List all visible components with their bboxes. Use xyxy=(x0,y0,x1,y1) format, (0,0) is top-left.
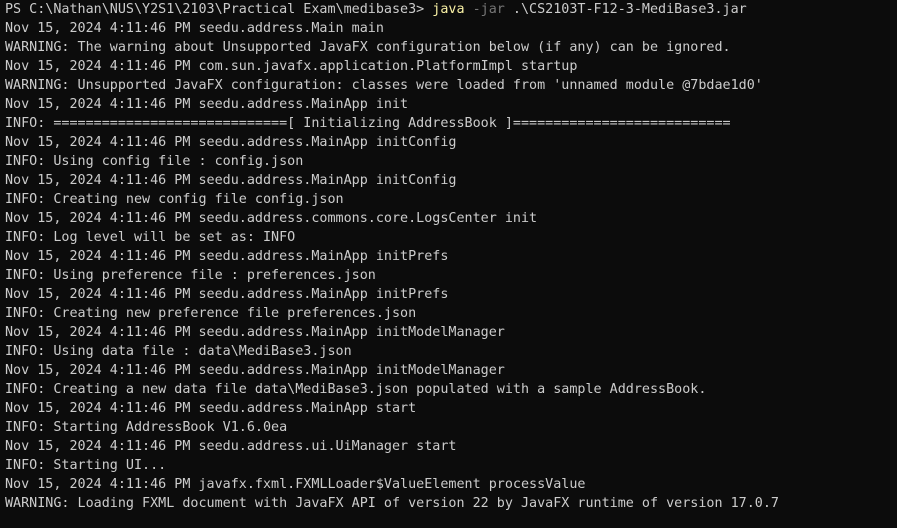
log-line: Nov 15, 2024 4:11:46 PM seedu.address.Ma… xyxy=(5,325,505,340)
log-line: Nov 15, 2024 4:11:46 PM seedu.address.Ma… xyxy=(5,21,384,36)
log-line: INFO: Using data file : data\MediBase3.j… xyxy=(5,344,352,359)
log-line: INFO: Creating new preference file prefe… xyxy=(5,306,417,321)
log-line: Nov 15, 2024 4:11:46 PM com.sun.javafx.a… xyxy=(5,59,578,74)
log-line: INFO: Starting UI... xyxy=(5,458,167,473)
prompt-path: PS C:\Nathan\NUS\Y2S1\2103\Practical Exa… xyxy=(5,2,433,17)
log-line: INFO: =============================[ Ini… xyxy=(5,116,731,131)
log-line: INFO: Creating a new data file data\Medi… xyxy=(5,382,707,397)
log-line: INFO: Log level will be set as: INFO xyxy=(5,230,296,245)
log-line: INFO: Starting AddressBook V1.6.0ea xyxy=(5,420,288,435)
log-line: Nov 15, 2024 4:11:46 PM seedu.address.Ma… xyxy=(5,249,449,264)
log-line: Nov 15, 2024 4:11:46 PM seedu.address.Ma… xyxy=(5,363,505,378)
terminal-output: PS C:\Nathan\NUS\Y2S1\2103\Practical Exa… xyxy=(5,0,779,513)
log-line: Nov 15, 2024 4:11:46 PM seedu.address.Ma… xyxy=(5,401,417,416)
log-line: WARNING: The warning about Unsupported J… xyxy=(5,40,731,55)
log-line: INFO: Using preference file : preference… xyxy=(5,268,376,283)
log-line: Nov 15, 2024 4:11:46 PM seedu.address.ui… xyxy=(5,439,457,454)
log-line: WARNING: Unsupported JavaFX configuratio… xyxy=(5,78,763,93)
log-line: INFO: Creating new config file config.js… xyxy=(5,192,344,207)
log-line: Nov 15, 2024 4:11:46 PM javafx.fxml.FXML… xyxy=(5,477,586,492)
log-line: Nov 15, 2024 4:11:46 PM seedu.address.Ma… xyxy=(5,135,457,150)
prompt-line: PS C:\Nathan\NUS\Y2S1\2103\Practical Exa… xyxy=(5,0,779,19)
command-name: java xyxy=(432,2,465,17)
command-parameter: -jar xyxy=(464,2,505,17)
log-line: INFO: Using config file : config.json xyxy=(5,154,304,169)
log-line: Nov 15, 2024 4:11:46 PM seedu.address.Ma… xyxy=(5,97,409,112)
terminal-window[interactable]: PS C:\Nathan\NUS\Y2S1\2103\Practical Exa… xyxy=(0,0,897,528)
log-line: Nov 15, 2024 4:11:46 PM seedu.address.Ma… xyxy=(5,287,449,302)
log-line: WARNING: Loading FXML document with Java… xyxy=(5,496,779,511)
command-argument: .\CS2103T-F12-3-MediBase3.jar xyxy=(504,2,747,17)
log-line: Nov 15, 2024 4:11:46 PM seedu.address.co… xyxy=(5,211,538,226)
log-line: Nov 15, 2024 4:11:46 PM seedu.address.Ma… xyxy=(5,173,457,188)
